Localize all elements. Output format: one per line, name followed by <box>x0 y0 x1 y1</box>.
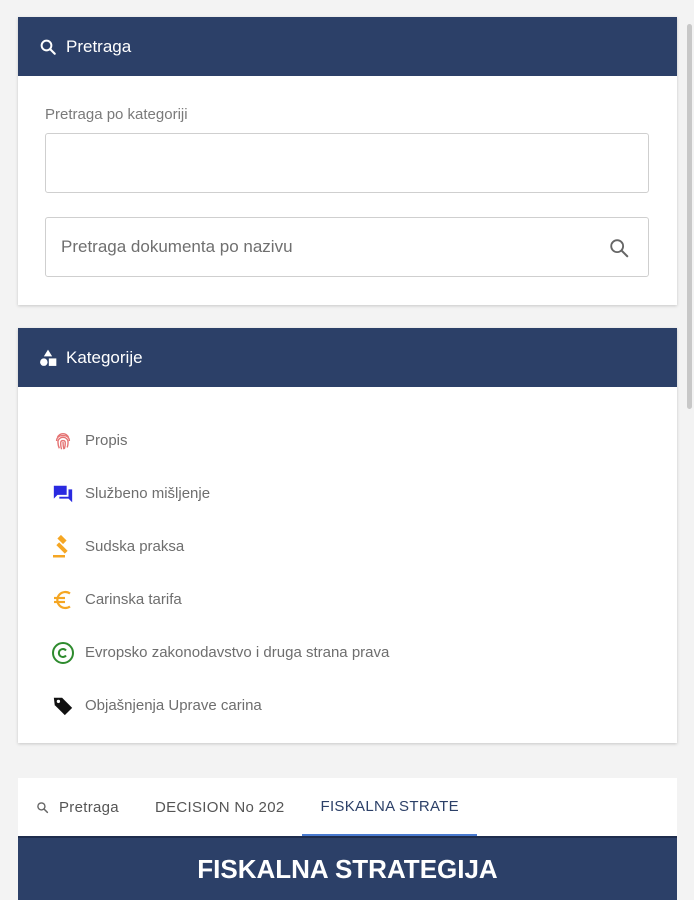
tab-label: DECISION No 202 <box>154 798 285 816</box>
copyright-icon <box>51 641 75 665</box>
document-search-input[interactable] <box>46 217 603 277</box>
search-icon[interactable] <box>608 237 630 259</box>
category-item-label: Propis <box>85 432 128 449</box>
search-icon <box>36 801 49 814</box>
category-item-label: Objašnjenja Uprave carina <box>85 697 262 714</box>
document-title-banner: FISKALNA STRATEGIJA <box>18 836 677 900</box>
fingerprint-icon <box>51 429 75 453</box>
category-item-evropsko-zakonodavstvo[interactable]: Evropsko zakonodavstvo i druga strana pr… <box>51 626 389 679</box>
shapes-icon <box>38 348 58 368</box>
tab-label: Pretraga <box>59 798 119 816</box>
document-search-field <box>45 217 649 277</box>
categories-panel-header: Kategorije <box>18 328 677 387</box>
gavel-icon <box>51 534 75 559</box>
document-title: FISKALNA STRATEGIJA <box>197 853 498 884</box>
category-item-objasnjenja-uprave-carina[interactable]: Objašnjenja Uprave carina <box>51 679 389 732</box>
category-item-label: Sudska praksa <box>85 538 185 555</box>
tab-decision-no-202[interactable]: DECISION No 202 <box>137 778 303 836</box>
category-list: Propis Službeno mišljenje Sudska praksa … <box>51 414 389 732</box>
page-scrollbar[interactable] <box>687 24 692 409</box>
euro-icon <box>51 588 75 612</box>
category-search-label: Pretraga po kategoriji <box>45 106 188 123</box>
category-item-label: Službeno mišljenje <box>85 485 211 502</box>
category-item-label: Carinska tarifa <box>85 591 182 608</box>
search-panel-header: Pretraga <box>18 17 677 76</box>
tab-pretraga[interactable]: Pretraga <box>18 778 137 836</box>
search-icon <box>38 37 58 57</box>
category-search-input[interactable] <box>45 133 649 193</box>
category-item-sudska-praksa[interactable]: Sudska praksa <box>51 520 389 573</box>
categories-panel: Kategorije Propis Službeno mišljenje Sud… <box>18 328 677 743</box>
search-panel-title: Pretraga <box>66 36 132 56</box>
document-tabs-panel: Pretraga DECISION No 202 FISKALNA STRATE… <box>18 778 677 900</box>
chat-bubbles-icon <box>51 482 75 506</box>
tab-fiskalna-strate[interactable]: FISKALNA STRATE <box>302 778 477 836</box>
search-panel: Pretraga Pretraga po kategoriji <box>18 17 677 305</box>
category-item-carinska-tarifa[interactable]: Carinska tarifa <box>51 573 389 626</box>
tab-bar: Pretraga DECISION No 202 FISKALNA STRATE <box>18 778 677 836</box>
tag-icon <box>51 694 75 718</box>
category-item-label: Evropsko zakonodavstvo i druga strana pr… <box>85 644 390 661</box>
tab-label: FISKALNA STRATE <box>320 797 459 815</box>
category-item-propis[interactable]: Propis <box>51 414 389 467</box>
categories-panel-title: Kategorije <box>66 347 143 367</box>
category-item-sluzbeno-misljenje[interactable]: Službeno mišljenje <box>51 467 389 520</box>
